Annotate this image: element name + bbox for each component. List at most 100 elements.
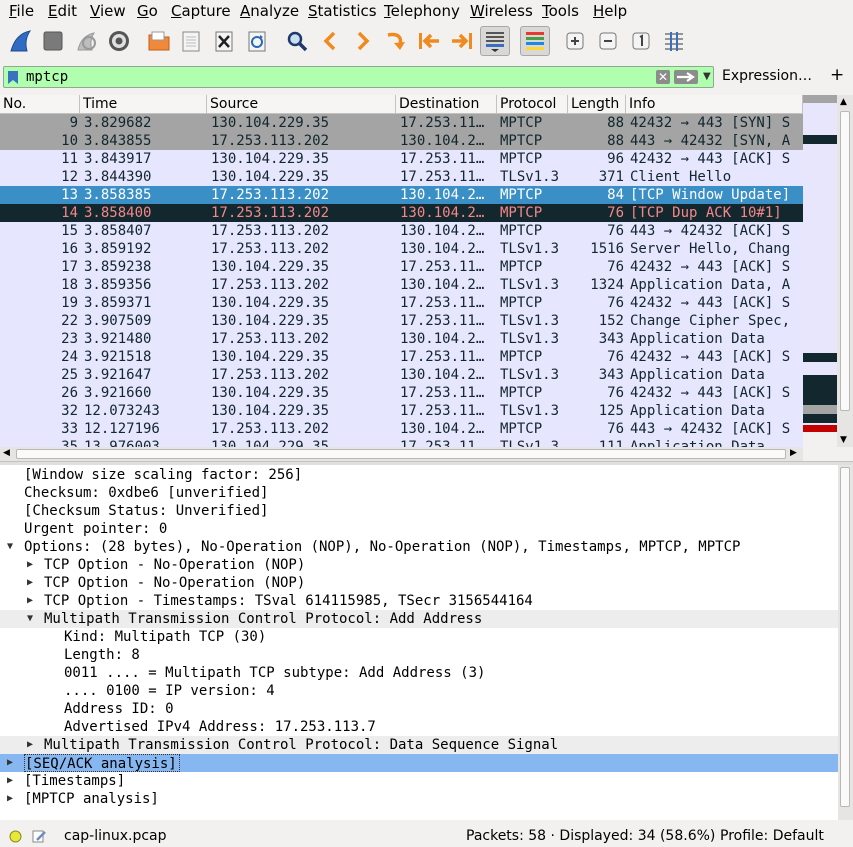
collapsed-arrow-icon[interactable]: ▶ [24,556,36,574]
menu-telephony[interactable]: Telephony [384,2,460,20]
column-header-time[interactable]: Time [80,95,207,114]
packet-row[interactable]: 26 3.921660 130.104.229.35 17.253.11… MPTCP 7… [0,384,803,402]
detail-tree-item[interactable]: 0011 .... = Multipath TCP subtype: Add A… [0,664,838,682]
vscroll-thumb[interactable] [840,111,850,411]
column-header-destination[interactable]: Destination [396,95,497,114]
packet-list-vscrollbar[interactable]: ▲ ▼ [837,95,853,447]
menu-tools[interactable]: Tools [542,2,579,20]
capture-comment-icon[interactable] [31,828,47,844]
packet-row[interactable]: 22 3.907509 130.104.229.35 17.253.11… TLSv1.… [0,312,803,330]
packet-row[interactable]: 18 3.859356 17.253.113.202 130.104.2… TLSv1.… [0,276,803,294]
packet-row[interactable]: 14 3.858400 17.253.113.202 130.104.2… MPTCP 7… [0,204,803,222]
hscroll-thumb[interactable] [16,449,786,459]
scroll-left-icon[interactable]: ◀ [3,448,10,458]
column-header-no[interactable]: No. [0,95,80,114]
restart-fin-icon[interactable] [72,26,102,56]
scroll-down-icon[interactable]: ▼ [840,435,847,445]
gear-options-icon[interactable] [104,26,134,56]
detail-tree-item[interactable]: ▶ [MPTCP analysis] [0,790,838,808]
detail-tree-item[interactable]: .... 0100 = IP version: 4 [0,682,838,700]
collapsed-arrow-icon[interactable]: ▶ [4,754,16,772]
packet-row[interactable]: 33 12.127196 17.253.113.202 130.104.2… MPTCP… [0,420,803,438]
column-header-protocol[interactable]: Protocol [497,95,568,114]
collapsed-arrow-icon[interactable]: ▶ [24,574,36,592]
go-to-packet-icon[interactable] [381,26,411,56]
scroll-right-icon[interactable]: ▶ [790,448,797,458]
expert-info-icon[interactable] [9,830,22,843]
zoom-out-icon[interactable] [593,26,623,56]
detail-tree-item[interactable]: ▶ [SEQ/ACK analysis] [0,754,838,772]
detail-tree-item[interactable]: ▶ [Timestamps] [0,772,838,790]
packet-row[interactable]: 25 3.921647 17.253.113.202 130.104.2… TLSv1.… [0,366,803,384]
scroll-up-icon[interactable]: ▲ [840,97,847,107]
detail-tree-item[interactable]: Kind: Multipath TCP (30) [0,628,838,646]
packet-row[interactable]: 35 13.976003 130.104.229.35 17.253.11… TLSv1… [0,438,803,447]
shark-fin-start-icon[interactable] [6,26,36,56]
reload-file-icon[interactable] [242,26,272,56]
packet-row[interactable]: 24 3.921518 130.104.229.35 17.253.11… MPTCP 7… [0,348,803,366]
packet-row[interactable]: 19 3.859371 130.104.229.35 17.253.11… MPTCP 7… [0,294,803,312]
collapsed-arrow-icon[interactable]: ▶ [4,790,16,808]
collapsed-arrow-icon[interactable]: ▶ [4,772,16,790]
menu-capture[interactable]: Capture [171,2,231,20]
column-header-length[interactable]: Length [568,95,626,114]
detail-tree-item[interactable]: Urgent pointer: 0 [0,520,838,538]
detail-tree-item[interactable]: ▼ Options: (28 bytes), No-Operation (NOP)… [0,538,838,556]
details-vscroll-thumb[interactable] [840,467,850,807]
detail-tree-item[interactable]: ▶ TCP Option - No-Operation (NOP) [0,556,838,574]
menu-wireless[interactable]: Wireless [470,2,533,20]
detail-tree-item[interactable]: ▼ Multipath Transmission Control Protocol… [0,610,838,628]
zoom-in-icon[interactable] [560,26,590,56]
packet-details-tree[interactable]: [Window size scaling factor: 256] Checksu… [0,465,838,820]
display-filter-input[interactable] [26,68,656,86]
resize-columns-icon[interactable] [659,26,689,56]
autoscroll-icon[interactable] [480,26,510,56]
menu-file[interactable]: File [9,2,34,20]
collapsed-arrow-icon[interactable]: ▶ [24,592,36,610]
menu-help[interactable]: Help [593,2,627,20]
expanded-arrow-icon[interactable]: ▼ [24,610,36,628]
expression-button[interactable]: Expression… [722,68,812,84]
menu-go[interactable]: Go [137,2,158,20]
zoom-normal-icon[interactable] [626,26,656,56]
bookmark-icon[interactable] [7,70,19,85]
packet-row[interactable]: 32 12.073243 130.104.229.35 17.253.11… TLSv1… [0,402,803,420]
packet-row[interactable]: 16 3.859192 17.253.113.202 130.104.2… TLSv1.… [0,240,803,258]
menu-edit[interactable]: Edit [48,2,77,20]
last-packet-icon[interactable] [447,26,477,56]
go-forward-icon[interactable] [348,26,378,56]
go-back-icon[interactable] [315,26,345,56]
packet-row[interactable]: 23 3.921480 17.253.113.202 130.104.2… TLSv1.… [0,330,803,348]
apply-filter-icon[interactable] [674,70,698,84]
detail-tree-item[interactable]: ▶ Multipath Transmission Control Protocol… [0,736,838,754]
menu-view[interactable]: View [90,2,126,20]
packet-row[interactable]: 10 3.843855 17.253.113.202 130.104.2… MPTCP 8… [0,132,803,150]
expanded-arrow-icon[interactable]: ▼ [4,538,16,556]
packet-row[interactable]: 17 3.859238 130.104.229.35 17.253.11… MPTCP 7… [0,258,803,276]
clear-filter-icon[interactable]: ✕ [656,70,670,84]
detail-tree-item[interactable]: [Window size scaling factor: 256] [0,466,838,484]
packet-list[interactable]: 9 3.829682 130.104.229.35 17.253.11… MPTCP 88… [0,114,803,447]
detail-tree-item[interactable]: Length: 8 [0,646,838,664]
collapsed-arrow-icon[interactable]: ▶ [24,736,36,754]
display-filter-field[interactable]: ✕ ▼ [3,66,714,88]
packet-minimap[interactable] [803,95,837,432]
detail-tree-item[interactable]: ▶ TCP Option - Timestamps: TSval 61411598… [0,592,838,610]
status-profile[interactable]: Profile: Default [720,828,824,844]
packet-row[interactable]: 13 3.858385 17.253.113.202 130.104.2… MPTCP 8… [0,186,803,204]
detail-tree-item[interactable]: Checksum: 0xdbe6 [unverified] [0,484,838,502]
packet-row[interactable]: 9 3.829682 130.104.229.35 17.253.11… MPTCP 88… [0,114,803,132]
details-vscrollbar[interactable] [838,465,853,820]
chevron-down-icon[interactable]: ▼ [703,71,711,82]
column-header-source[interactable]: Source [207,95,396,114]
open-folder-icon[interactable] [144,26,174,56]
first-packet-icon[interactable] [414,26,444,56]
stop-square-icon[interactable] [38,26,68,56]
packet-list-hscrollbar[interactable]: ◀ ▶ [0,447,803,461]
detail-tree-item[interactable]: ▶ TCP Option - No-Operation (NOP) [0,574,838,592]
detail-tree-item[interactable]: Address ID: 0 [0,700,838,718]
add-filter-button[interactable]: + [830,65,844,85]
packet-row[interactable]: 12 3.844390 130.104.229.35 17.253.11… TLSv1.… [0,168,803,186]
save-file-icon[interactable] [176,26,206,56]
column-header-info[interactable]: Info [626,95,803,114]
